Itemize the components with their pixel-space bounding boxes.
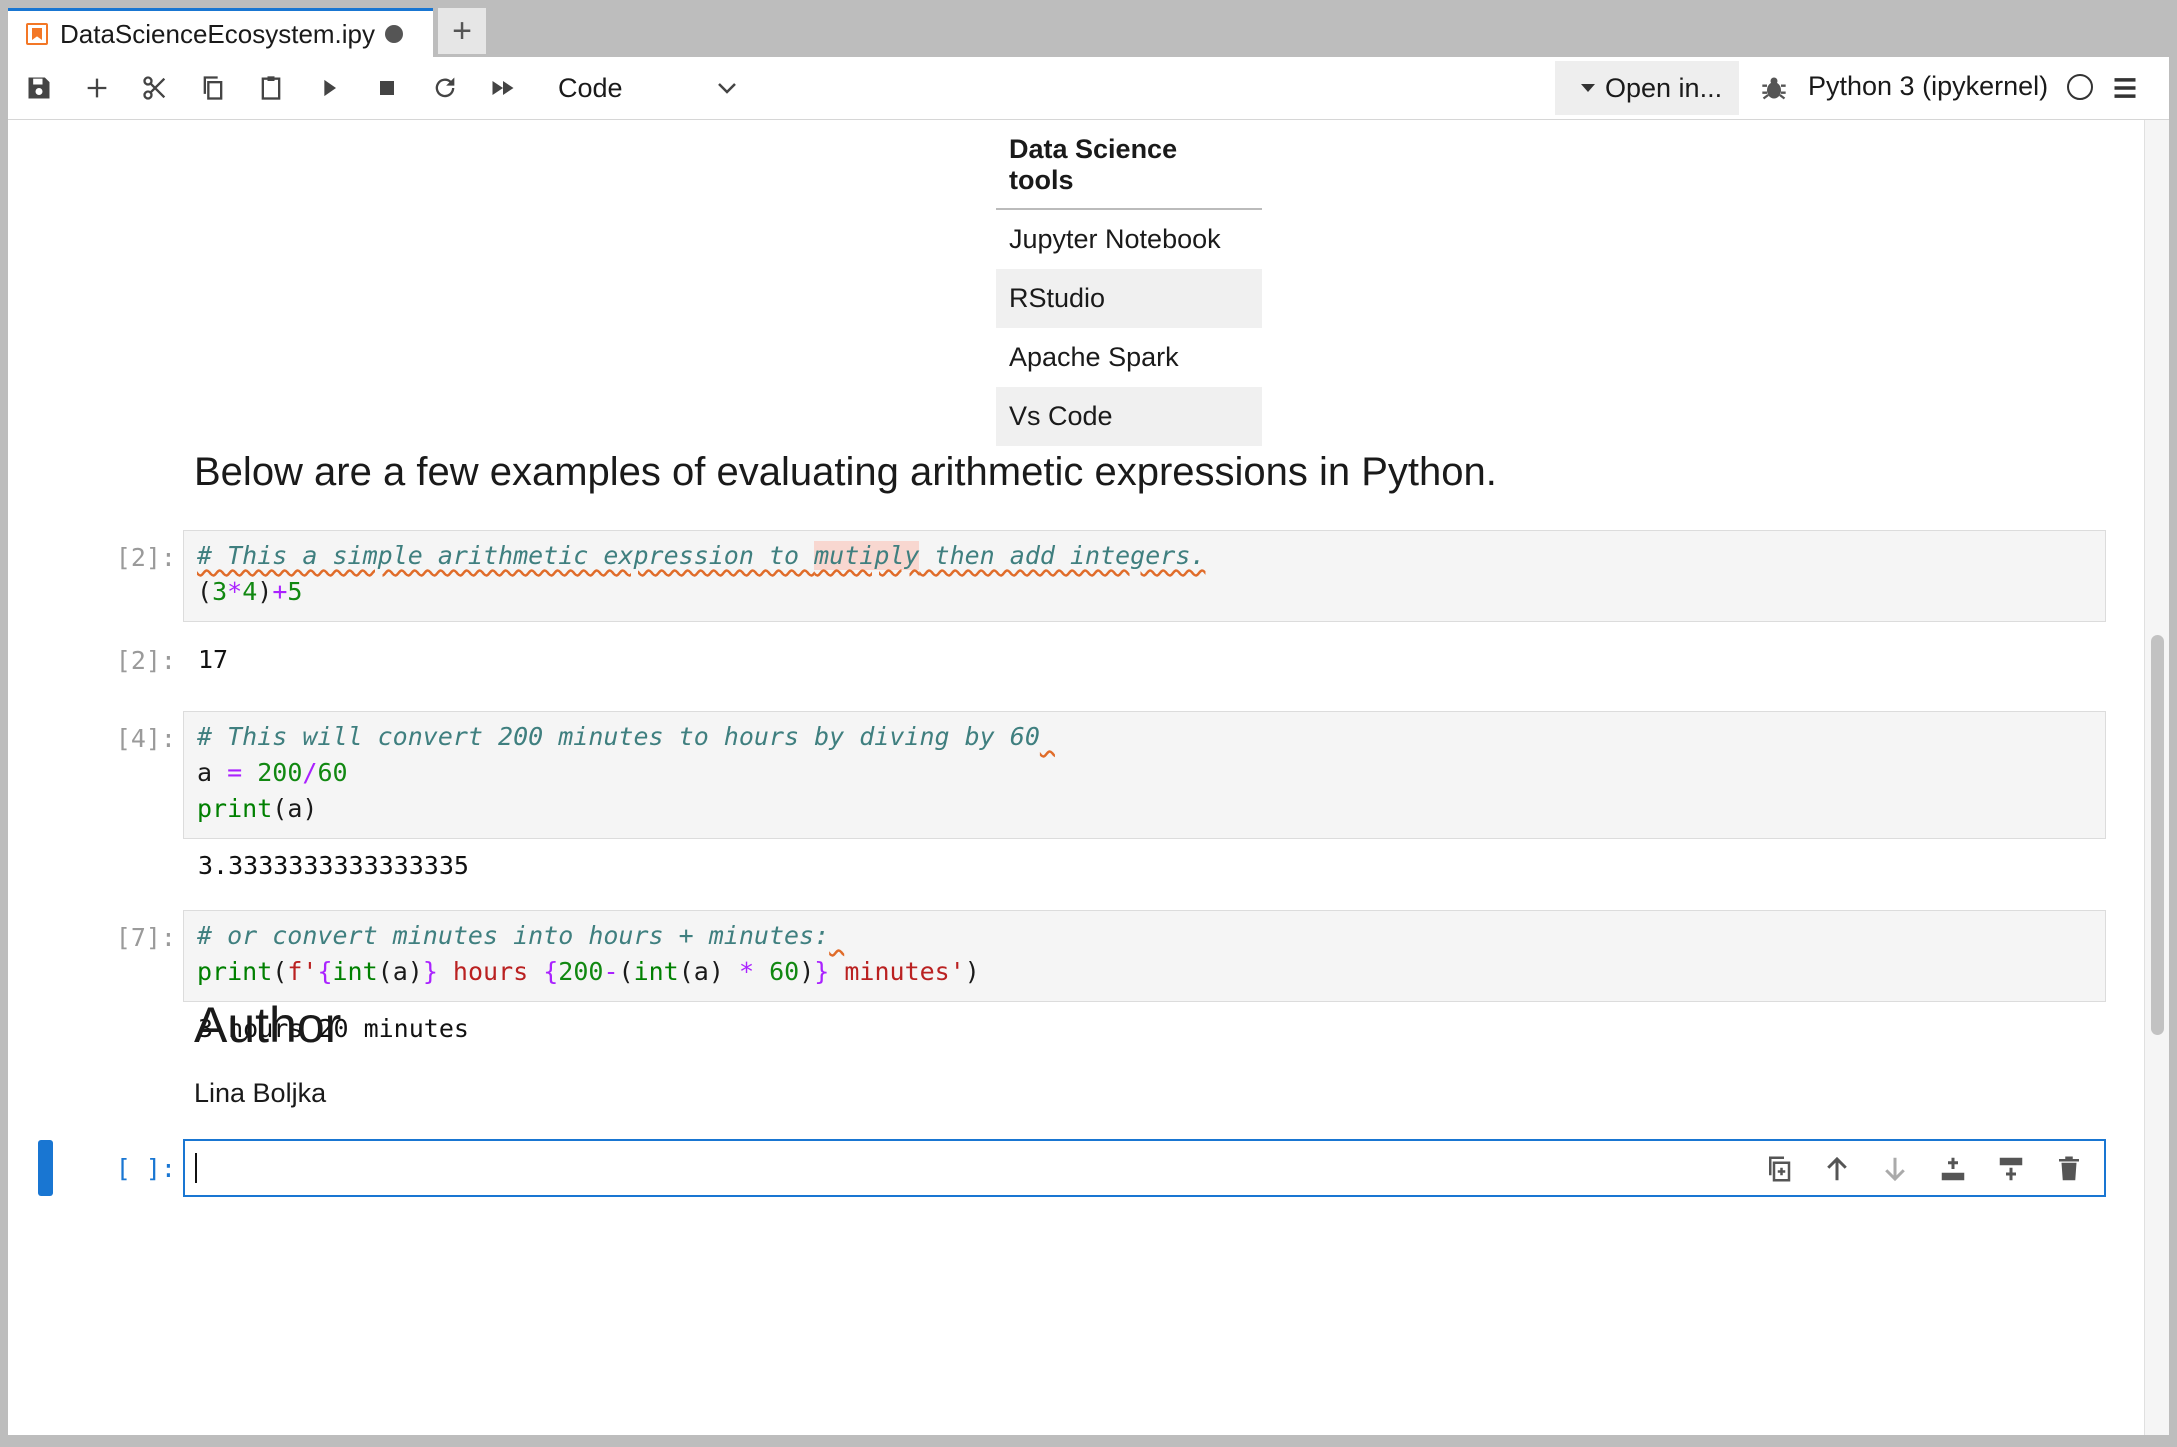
insert-above-icon <box>1941 1157 1965 1181</box>
arrow-up-icon <box>1827 1156 1847 1181</box>
input-prompt: [7]: <box>115 923 176 952</box>
chevron-down-icon <box>718 83 736 94</box>
add-cell-button[interactable] <box>78 69 116 107</box>
input-prompt: [ ]: <box>115 1154 176 1183</box>
input-prompt: [2]: <box>115 543 176 572</box>
notebook-icon <box>26 23 48 45</box>
tab-title: DataScienceEcosystem.ipy <box>60 18 376 49</box>
table-row: Apache Spark <box>1009 342 1179 372</box>
stop-icon <box>380 81 394 95</box>
cut-button[interactable] <box>136 69 174 107</box>
add-icon <box>87 78 107 98</box>
table-row: Jupyter Notebook <box>1009 224 1221 254</box>
menu-icon <box>2114 78 2136 98</box>
code-cell-1[interactable]: # This a simple arithmetic expression to… <box>183 530 2106 622</box>
insert-below-icon <box>1999 1157 2023 1181</box>
unsaved-indicator-icon[interactable] <box>385 25 404 43</box>
notebook-tab[interactable]: DataScienceEcosystem.ipy <box>8 8 433 57</box>
save-icon <box>28 77 50 99</box>
arrow-down-icon <box>1885 1157 1905 1182</box>
move-up-button[interactable] <box>1818 1151 1856 1187</box>
run-all-button[interactable] <box>484 69 522 107</box>
kernel-name[interactable]: Python 3 (ipykernel) <box>1808 71 2048 102</box>
table-row: RStudio <box>996 269 1262 328</box>
cell-toolbar <box>1760 1151 2088 1187</box>
cut-icon <box>143 76 166 100</box>
tools-table: Data Science tools Jupyter Notebook RStu… <box>996 120 1262 446</box>
cell-type-value: Code <box>558 72 623 103</box>
save-button[interactable] <box>20 69 58 107</box>
active-cell-indicator <box>38 1140 53 1196</box>
tab-bar: DataScienceEcosystem.ipy + <box>0 0 2177 57</box>
code-cell-2[interactable]: # This will convert 200 minutes to hours… <box>183 711 2106 839</box>
new-tab-button[interactable]: + <box>438 8 486 54</box>
trash-icon <box>2059 1156 2079 1181</box>
scrollbar-thumb[interactable] <box>2151 635 2164 1035</box>
notebook-panel: Code Open in... Python 3 (ipykernel) Dat… <box>8 57 2169 1435</box>
restart-icon <box>435 77 455 98</box>
output-prompt: [2]: <box>115 646 176 675</box>
insert-below-button[interactable] <box>1992 1151 2030 1187</box>
copy-button[interactable] <box>194 69 232 107</box>
notebook-toolbar: Code Open in... Python 3 (ipykernel) <box>8 57 2169 120</box>
table-header: Data Science tools <box>996 120 1262 210</box>
input-prompt: [4]: <box>115 724 176 753</box>
cell-type-select[interactable]: Code <box>558 67 738 109</box>
vertical-scrollbar[interactable] <box>2144 120 2169 1435</box>
code-cell-3[interactable]: # or convert minutes into hours + minute… <box>183 910 2106 1002</box>
insert-above-button[interactable] <box>1934 1151 1972 1187</box>
cell-output: 3.3333333333333335 <box>198 851 469 880</box>
text-cursor <box>195 1153 197 1183</box>
debugger-button[interactable] <box>1755 69 1793 107</box>
cell-output: 17 <box>198 645 229 674</box>
menu-button[interactable] <box>2106 69 2144 107</box>
author-heading: Author <box>194 997 342 1053</box>
open-in-label: Open in... <box>1605 72 1723 103</box>
duplicate-cell-button[interactable] <box>1760 1151 1798 1187</box>
move-down-button[interactable] <box>1876 1151 1914 1187</box>
table-row: Vs Code <box>996 387 1262 446</box>
paste-button[interactable] <box>252 69 290 107</box>
copy-icon <box>203 76 223 100</box>
bug-icon <box>1762 77 1786 100</box>
notebook-content: Data Science tools Jupyter Notebook RStu… <box>8 120 2169 1435</box>
open-in-button[interactable]: Open in... <box>1555 61 1739 115</box>
run-button[interactable] <box>310 69 348 107</box>
run-all-icon <box>492 81 514 95</box>
run-icon <box>324 79 336 97</box>
paste-icon <box>261 76 281 100</box>
caret-down-icon <box>1581 84 1595 92</box>
duplicate-icon <box>1769 1156 1791 1182</box>
kernel-status-icon <box>2067 74 2093 100</box>
delete-cell-button[interactable] <box>2050 1151 2088 1187</box>
active-code-cell[interactable] <box>183 1139 2106 1197</box>
author-name: Lina Boljka <box>194 1078 327 1108</box>
intro-heading: Below are a few examples of evaluating a… <box>194 450 1497 494</box>
stop-button[interactable] <box>368 69 406 107</box>
restart-button[interactable] <box>426 69 464 107</box>
